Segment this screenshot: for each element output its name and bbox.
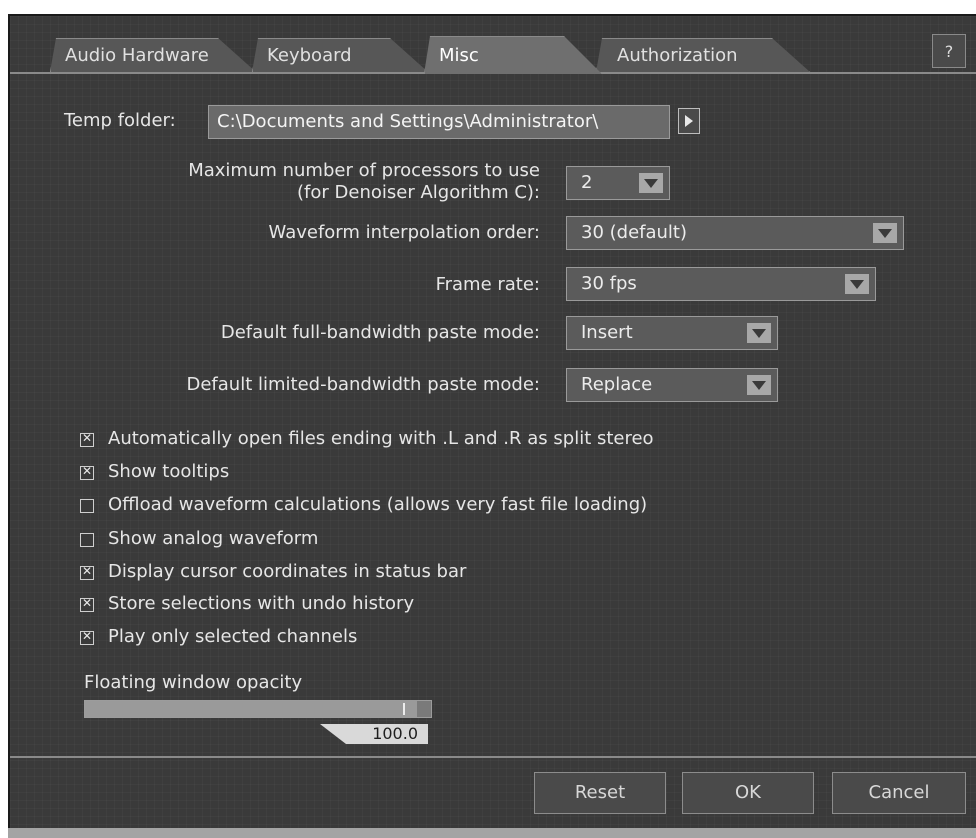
preferences-dialog: Audio Hardware Keyboard Misc Authorizati… xyxy=(8,14,976,832)
waveform-interpolation-label: Waveform interpolation order: xyxy=(268,222,540,243)
status-strip xyxy=(8,828,976,838)
ok-button[interactable]: OK xyxy=(682,772,814,814)
checkbox-label: Show tooltips xyxy=(108,461,230,482)
frame-rate-value: 30 fps xyxy=(581,273,637,294)
checkbox-play-selected[interactable] xyxy=(80,629,94,645)
limited-bandwidth-paste-label: Default limited-bandwidth paste mode: xyxy=(186,374,540,395)
full-bandwidth-paste-dropdown[interactable]: Insert xyxy=(566,316,778,350)
tab-audio-hardware[interactable]: Audio Hardware xyxy=(50,38,256,72)
frame-rate-dropdown[interactable]: 30 fps xyxy=(566,267,876,301)
chevron-down-icon xyxy=(873,223,897,243)
checkbox-label: Offload waveform calculations (allows ve… xyxy=(108,494,648,515)
waveform-interpolation-dropdown[interactable]: 30 (default) xyxy=(566,216,904,250)
tab-bar: Audio Hardware Keyboard Misc Authorizati… xyxy=(10,16,976,86)
temp-folder-input[interactable]: C:\Documents and Settings\Administrator\ xyxy=(208,105,670,139)
help-icon: ? xyxy=(944,42,954,61)
checkbox-label: Automatically open files ending with .L … xyxy=(108,428,654,449)
tab-keyboard[interactable]: Keyboard xyxy=(252,38,428,72)
checkbox-show-tooltips[interactable] xyxy=(80,464,94,480)
processors-dropdown[interactable]: 2 xyxy=(566,166,670,200)
checkbox-split-stereo[interactable] xyxy=(80,431,94,447)
temp-folder-label: Temp folder: xyxy=(64,110,176,131)
chevron-down-icon xyxy=(845,274,869,294)
chevron-down-icon xyxy=(747,375,771,395)
checkbox-cursor-coordinates[interactable] xyxy=(80,564,94,580)
processors-label: Maximum number of processors to use (for… xyxy=(70,160,540,204)
frame-rate-label: Frame rate: xyxy=(435,274,540,295)
opacity-slider-handle[interactable] xyxy=(403,703,405,715)
waveform-interpolation-value: 30 (default) xyxy=(581,222,688,243)
processors-label-line1: Maximum number of processors to use xyxy=(188,160,540,181)
tab-authorization[interactable]: Authorization xyxy=(596,38,810,72)
limited-bandwidth-paste-value: Replace xyxy=(581,374,653,395)
footer-divider xyxy=(10,756,976,758)
processors-value: 2 xyxy=(581,172,593,193)
checkbox-store-selections[interactable] xyxy=(80,596,94,612)
tab-label: Authorization xyxy=(617,45,738,66)
tab-label: Misc xyxy=(439,45,479,66)
checkbox-label: Play only selected channels xyxy=(108,626,358,647)
checkbox-analog-waveform[interactable] xyxy=(80,533,94,547)
full-bandwidth-paste-value: Insert xyxy=(581,322,633,343)
reset-button[interactable]: Reset xyxy=(534,772,666,814)
cancel-button[interactable]: Cancel xyxy=(832,772,966,814)
opacity-value[interactable]: 100.0 xyxy=(320,724,428,744)
full-bandwidth-paste-label: Default full-bandwidth paste mode: xyxy=(220,322,540,343)
browse-arrow-button[interactable] xyxy=(678,108,700,134)
chevron-down-icon xyxy=(639,173,663,193)
checkbox-label: Store selections with undo history xyxy=(108,593,415,614)
checkbox-offload-waveform[interactable] xyxy=(80,499,94,513)
checkbox-label: Show analog waveform xyxy=(108,528,319,549)
limited-bandwidth-paste-dropdown[interactable]: Replace xyxy=(566,368,778,402)
tab-misc[interactable]: Misc xyxy=(424,36,602,74)
processors-label-line2: (for Denoiser Algorithm C): xyxy=(297,182,540,203)
chevron-down-icon xyxy=(747,323,771,343)
opacity-slider[interactable] xyxy=(84,700,432,718)
opacity-slider-fill xyxy=(85,701,417,717)
tab-label: Keyboard xyxy=(267,45,352,66)
checkbox-label: Display cursor coordinates in status bar xyxy=(108,561,467,582)
help-button[interactable]: ? xyxy=(932,34,966,68)
tab-label: Audio Hardware xyxy=(65,45,209,66)
opacity-label: Floating window opacity xyxy=(84,672,303,693)
